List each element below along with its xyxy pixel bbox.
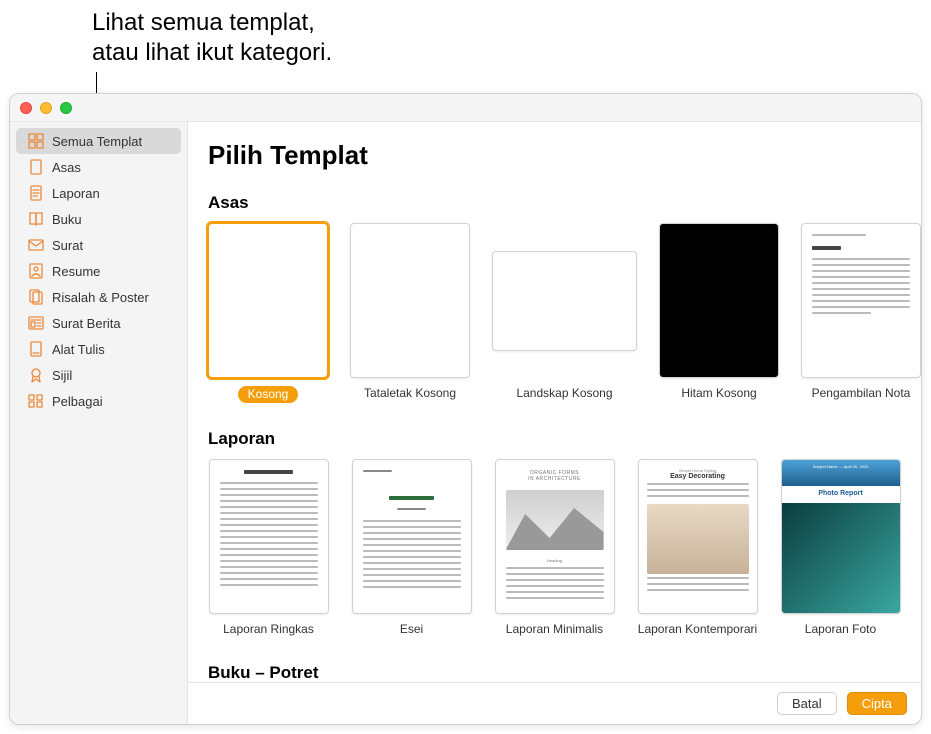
flyer-icon (28, 289, 44, 305)
create-button[interactable]: Cipta (847, 692, 907, 715)
template-thumbnail[interactable]: ORGANIC FORMSIN ARCHITECTUREHeading (495, 459, 615, 614)
sidebar-item-buku[interactable]: Buku (16, 206, 181, 232)
sidebar-item-label: Resume (52, 264, 100, 279)
template-label: Hitam Kosong (659, 386, 779, 401)
window-titlebar (10, 94, 921, 122)
template-thumbnail[interactable] (208, 223, 328, 378)
template-item[interactable]: Pengambilan Nota (801, 223, 921, 403)
template-item[interactable]: Kosong (208, 223, 328, 403)
sidebar-item-label: Pelbagai (52, 394, 103, 409)
template-item[interactable]: Landskap Kosong (492, 223, 637, 403)
annotation-text: Lihat semua templat, atau lihat ikut kat… (92, 8, 332, 68)
sidebar-item-label: Laporan (52, 186, 100, 201)
template-row: Laporan Ringkas Esei ORGANIC FORMSIN ARCHI… (208, 459, 901, 637)
template-thumbnail[interactable] (801, 223, 921, 378)
template-chooser-window: Semua Templat Asas Laporan Buku Surat Resume R… (9, 93, 922, 725)
section-title: Laporan (208, 429, 901, 449)
template-label: Landskap Kosong (500, 386, 630, 401)
template-row: Kosong Tataletak Kosong Landskap Kosong Hit… (208, 223, 901, 403)
stationery-icon (28, 341, 44, 357)
template-item[interactable]: Tataletak Kosong (350, 223, 470, 403)
page-title: Pilih Templat (208, 140, 901, 171)
doc-text-icon (28, 185, 44, 201)
template-item[interactable]: Esei (351, 459, 472, 637)
grid2-icon (28, 393, 44, 409)
template-thumbnail[interactable]: Subject Name — April 20, 2023Photo Repor… (781, 459, 901, 614)
sidebar-item-label: Risalah & Poster (52, 290, 149, 305)
sidebar-item-sijil[interactable]: Sijil (16, 362, 181, 388)
template-scroll-area[interactable]: Pilih Templat Asas Kosong Tataletak Kosong… (188, 122, 921, 682)
main-panel: Pilih Templat Asas Kosong Tataletak Kosong… (188, 122, 921, 724)
sidebar-item-pelbagai[interactable]: Pelbagai (16, 388, 181, 414)
template-label: Laporan Foto (780, 622, 901, 637)
sidebar-item-label: Surat (52, 238, 83, 253)
template-thumbnail[interactable] (209, 459, 329, 614)
news-icon (28, 315, 44, 331)
sidebar: Semua Templat Asas Laporan Buku Surat Resume R… (10, 122, 188, 724)
sidebar-item-label: Sijil (52, 368, 72, 383)
template-label: Esei (351, 622, 472, 637)
template-thumbnail[interactable] (492, 251, 637, 351)
envelope-icon (28, 237, 44, 253)
sidebar-item-asas[interactable]: Asas (16, 154, 181, 180)
template-thumbnail[interactable]: Simple Home StylingEasy Decorating (638, 459, 758, 614)
section-title: Buku – Potret (208, 663, 901, 682)
doc-icon (28, 159, 44, 175)
template-label: Laporan Ringkas (208, 622, 329, 637)
template-label: Laporan Kontemporari (637, 622, 758, 637)
zoom-icon[interactable] (60, 102, 72, 114)
sidebar-item-label: Alat Tulis (52, 342, 105, 357)
template-label: Laporan Minimalis (494, 622, 615, 637)
template-item[interactable]: Subject Name — April 20, 2023Photo Repor… (780, 459, 901, 637)
template-item[interactable]: ORGANIC FORMSIN ARCHITECTUREHeading Lapor… (494, 459, 615, 637)
template-item[interactable]: Hitam Kosong (659, 223, 779, 403)
sidebar-item-label: Buku (52, 212, 82, 227)
sidebar-item-label: Surat Berita (52, 316, 121, 331)
minimize-icon[interactable] (40, 102, 52, 114)
template-thumbnail[interactable] (350, 223, 470, 378)
sidebar-item-resume[interactable]: Resume (16, 258, 181, 284)
sidebar-item-semua-templat[interactable]: Semua Templat (16, 128, 181, 154)
template-item[interactable]: Laporan Ringkas (208, 459, 329, 637)
grid-icon (28, 133, 44, 149)
template-label: Pengambilan Nota (801, 386, 921, 401)
book-icon (28, 211, 44, 227)
sidebar-item-label: Semua Templat (52, 134, 142, 149)
close-icon[interactable] (20, 102, 32, 114)
person-icon (28, 263, 44, 279)
template-thumbnail[interactable] (659, 223, 779, 378)
template-label: Tataletak Kosong (350, 386, 470, 401)
section-title: Asas (208, 193, 901, 213)
window-content: Semua Templat Asas Laporan Buku Surat Resume R… (10, 122, 921, 724)
sidebar-item-label: Asas (52, 160, 81, 175)
template-thumbnail[interactable] (352, 459, 472, 614)
sidebar-item-surat-berita[interactable]: Surat Berita (16, 310, 181, 336)
footer-bar: Batal Cipta (188, 682, 921, 724)
cancel-button[interactable]: Batal (777, 692, 837, 715)
template-label: Kosong (238, 386, 299, 403)
sidebar-item-alat-tulis[interactable]: Alat Tulis (16, 336, 181, 362)
sidebar-item-laporan[interactable]: Laporan (16, 180, 181, 206)
sidebar-item-surat[interactable]: Surat (16, 232, 181, 258)
template-item[interactable]: Simple Home StylingEasy Decorating Lapora… (637, 459, 758, 637)
sidebar-item-risalah-poster[interactable]: Risalah & Poster (16, 284, 181, 310)
ribbon-icon (28, 367, 44, 383)
